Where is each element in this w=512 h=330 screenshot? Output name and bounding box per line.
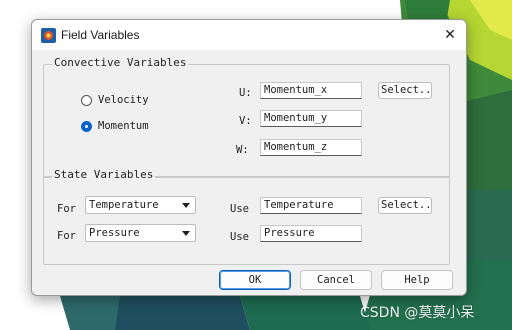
dropdown-2-value: Pressure [89,227,140,239]
state-variable-dropdown-2[interactable]: Pressure [85,224,196,242]
convective-select-button[interactable]: Select... [378,82,432,99]
convective-variables-group: Convective Variables Velocity Momentum U… [43,56,450,178]
close-button[interactable]: ✕ [440,26,460,44]
w-label: W: [236,144,249,156]
state-variables-legend: State Variables [52,168,156,181]
convective-variables-legend: Convective Variables [52,56,189,69]
state-variables-group: State Variables For Temperature Use Temp… [43,168,450,265]
momentum-radio-circle[interactable] [81,120,92,132]
use-label-2: Use [230,231,249,243]
u-field[interactable]: Momentum_x [260,82,362,99]
use-field-1[interactable]: Temperature [260,197,362,214]
title-bar: Field Variables ✕ [32,20,466,50]
velocity-radio-circle[interactable] [81,94,92,106]
app-logo-icon [41,28,56,43]
momentum-radio-label: Momentum [98,120,149,132]
for-label-2: For [57,230,76,242]
v-field[interactable]: Momentum_y [260,110,362,127]
chevron-down-icon [182,203,190,208]
u-label: U: [239,87,252,99]
w-field[interactable]: Momentum_z [260,139,362,156]
state-variable-dropdown-1[interactable]: Temperature [85,196,196,214]
close-icon: ✕ [444,27,456,43]
watermark: CSDN @莫莫小呆 [360,305,475,321]
use-label-1: Use [230,203,249,215]
ok-button[interactable]: OK [219,270,291,290]
use-field-2[interactable]: Pressure [260,225,362,242]
for-label-1: For [57,203,76,215]
field-variables-dialog: Field Variables ✕ Convective Variables V… [31,19,467,296]
chevron-down-icon [182,231,190,236]
help-button[interactable]: Help [381,270,453,290]
dropdown-1-value: Temperature [89,199,159,211]
velocity-radio[interactable]: Velocity [81,94,149,106]
dialog-title: Field Variables [61,28,140,42]
velocity-radio-label: Velocity [98,94,149,106]
state-select-button[interactable]: Select... [378,197,432,214]
momentum-radio[interactable]: Momentum [81,120,149,132]
v-label: V: [239,115,252,127]
cancel-button[interactable]: Cancel [300,270,372,290]
